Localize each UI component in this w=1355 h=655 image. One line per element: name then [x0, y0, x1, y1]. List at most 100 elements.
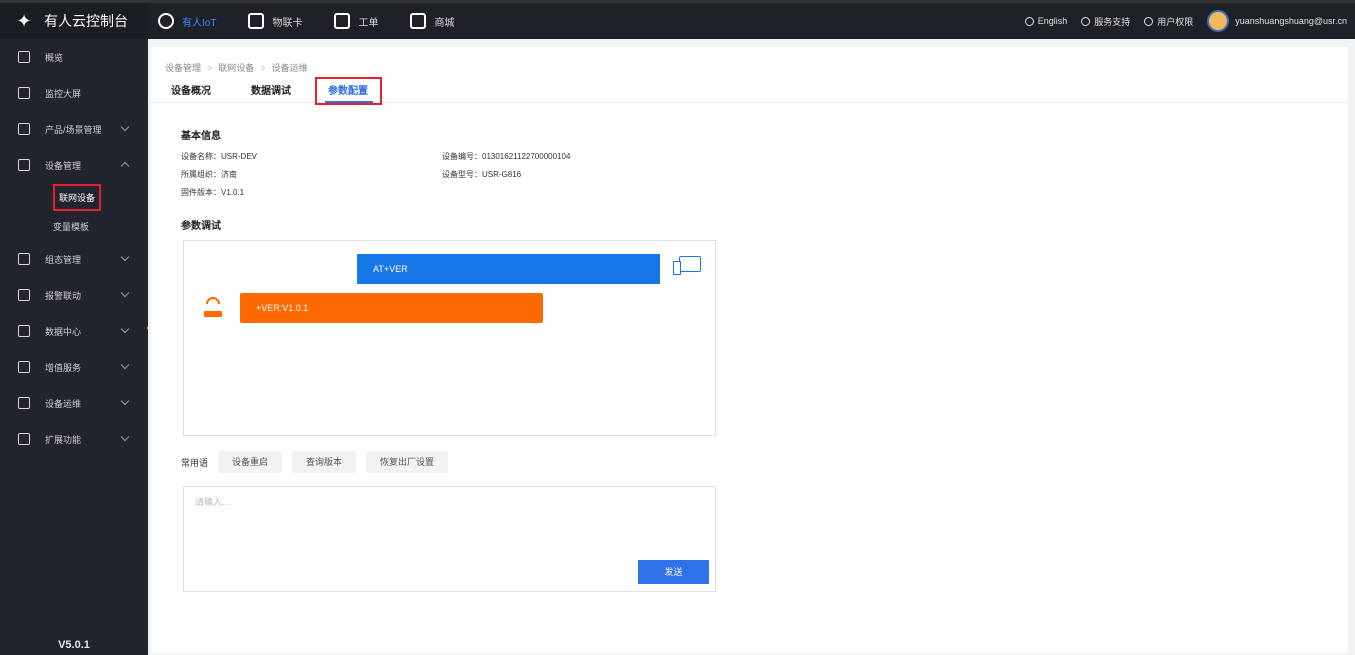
user-menu[interactable]: yuanshuangshuang@usr.cn [1207, 10, 1347, 32]
topnav-ticket[interactable]: 工单 [334, 13, 378, 29]
shield-icon [1144, 16, 1154, 26]
tab-parameter-config[interactable]: 参数配置 [328, 82, 368, 97]
sidebar-item-alarms[interactable]: 报警联动 [0, 277, 148, 313]
chevron-down-icon [120, 396, 130, 406]
ticket-icon [334, 13, 351, 29]
restart-device-button[interactable]: 设备重启 [218, 451, 283, 473]
top-nav: 有人IoT 物联卡 工单 商城 [158, 13, 486, 29]
factory-reset-button[interactable]: 恢复出厂设置 [366, 451, 449, 473]
top-bar: ✦ 有人云控制台 有人IoT 物联卡 工单 商城 English 服务支持 用户… [0, 3, 1355, 39]
computer-icon [673, 256, 701, 280]
chevron-down-icon [120, 432, 130, 442]
permissions-label: 用户权限 [1157, 16, 1194, 27]
chevron-down-icon [120, 252, 130, 262]
sidebar: 概览 监控大屏 产品/场景管理 设备管理 联网设备 变量模板 组态管理 报警联动… [0, 39, 148, 655]
alarm-icon [18, 289, 30, 301]
support-label: 服务支持 [1094, 16, 1131, 27]
monitor-icon [18, 87, 30, 99]
sidebar-item-label: 监控大屏 [45, 88, 82, 99]
image-icon [18, 253, 30, 265]
breadcrumb-separator-icon: > [207, 62, 213, 73]
sidebar-item-label: 报警联动 [45, 290, 82, 301]
sidebar-subitem-variable-templates[interactable]: 变量模板 [0, 212, 148, 241]
sidebar-item-configuration[interactable]: 组态管理 [0, 241, 148, 277]
device-icon [18, 159, 30, 171]
sidebar-item-label: 产品/场景管理 [45, 124, 102, 135]
sidebar-item-data-center[interactable]: 数据中心 [0, 313, 148, 349]
phrases-label: 常用语 [181, 457, 209, 468]
device-model: 设备型号：USR-G816 [442, 170, 522, 179]
main-content: 设备管理 > 联网设备 > 设备运维 设备概况 数据调试 参数配置 基本信息 设… [148, 39, 1355, 655]
permissions-link[interactable]: 用户权限 [1144, 15, 1193, 28]
brand[interactable]: ✦ 有人云控制台 [0, 3, 148, 39]
sim-card-icon [248, 13, 265, 29]
basic-info-title: 基本信息 [181, 131, 221, 142]
sidebar-item-device-mgmt[interactable]: 设备管理 [0, 147, 148, 183]
topnav-label: 工单 [358, 17, 379, 29]
debug-console: AT+VER +VER:V1.0.1 [183, 240, 716, 436]
query-version-button[interactable]: 查询版本 [292, 451, 357, 473]
pc-tower-icon [673, 261, 681, 275]
maintenance-icon [18, 397, 30, 409]
avatar [1207, 10, 1230, 32]
coin-icon [18, 361, 30, 373]
app-version: V5.0.1 [58, 639, 90, 651]
send-button[interactable]: 发送 [638, 560, 709, 584]
sidebar-item-label: 扩展功能 [45, 434, 82, 445]
chevron-down-icon [120, 324, 130, 334]
chevron-down-icon [120, 360, 130, 370]
sidebar-item-label: 组态管理 [45, 254, 82, 265]
debug-title: 参数调试 [181, 221, 221, 232]
topnav-sim[interactable]: 物联卡 [248, 13, 302, 29]
topnav-label: 有人IoT [182, 17, 217, 29]
topnav-label: 物联卡 [272, 17, 303, 29]
topnav-shop[interactable]: 商城 [410, 13, 454, 29]
monitor-screen-icon [679, 256, 701, 272]
app-title: 有人云控制台 [44, 13, 128, 29]
sidebar-item-maintenance[interactable]: 设备运维 [0, 385, 148, 421]
response-message: +VER:V1.0.1 [240, 293, 543, 323]
sidebar-item-monitor[interactable]: 监控大屏 [0, 75, 148, 111]
device-org: 所属组织：济南 [181, 170, 237, 179]
command-input[interactable]: 请输入... 发送 [183, 486, 716, 592]
tab-device-overview[interactable]: 设备概况 [171, 82, 211, 97]
command-input-placeholder: 请输入... [195, 497, 230, 507]
sidebar-item-extensions[interactable]: 扩展功能 [0, 421, 148, 457]
chevron-down-icon [120, 288, 130, 298]
usr-logo-icon: ✦ [16, 11, 32, 31]
cube-icon [18, 123, 30, 135]
shop-icon [410, 13, 427, 29]
breadcrumb-item[interactable]: 联网设备 [218, 61, 254, 74]
breadcrumb: 设备管理 > 联网设备 > 设备运维 [165, 61, 308, 74]
topnav-iot[interactable]: 有人IoT [158, 13, 216, 29]
top-right: English 服务支持 用户权限 yuanshuangshuang@usr.c… [1011, 10, 1355, 32]
sidebar-item-label: 设备管理 [45, 160, 82, 171]
sidebar-item-value-added[interactable]: 增值服务 [0, 349, 148, 385]
sidebar-subitem-label: 联网设备 [53, 184, 102, 211]
device-firmware: 固件版本：V1.0.1 [181, 188, 245, 197]
tab-data-debug[interactable]: 数据调试 [251, 82, 291, 97]
content-card: 设备管理 > 联网设备 > 设备运维 设备概况 数据调试 参数配置 基本信息 设… [151, 47, 1348, 653]
chevron-down-icon [120, 122, 130, 132]
sidebar-subitem-label: 变量模板 [53, 222, 90, 232]
topnav-label: 商城 [434, 17, 455, 29]
support-link[interactable]: 服务支持 [1081, 15, 1130, 28]
headset-icon [1081, 16, 1091, 26]
bar-chart-icon [18, 325, 30, 337]
breadcrumb-separator-icon: > [260, 62, 266, 73]
layers-icon [18, 433, 30, 445]
sidebar-subitem-networked-devices[interactable]: 联网设备 [0, 183, 148, 212]
sidebar-item-products[interactable]: 产品/场景管理 [0, 111, 148, 147]
cloud-icon [158, 13, 174, 29]
sidebar-item-label: 设备运维 [45, 398, 82, 409]
router-body-icon [204, 311, 222, 317]
language-switch[interactable]: English [1024, 16, 1067, 26]
router-icon [202, 294, 224, 319]
chevron-up-icon [120, 161, 130, 171]
device-number: 设备编号：01301621122700000104 [442, 152, 571, 161]
sidebar-item-overview[interactable]: 概览 [0, 39, 148, 75]
common-phrases: 常用语 设备重启 查询版本 恢复出厂设置 [181, 451, 458, 473]
sidebar-item-label: 数据中心 [45, 326, 82, 337]
breadcrumb-item[interactable]: 设备管理 [165, 61, 201, 74]
overview-icon [18, 51, 30, 63]
